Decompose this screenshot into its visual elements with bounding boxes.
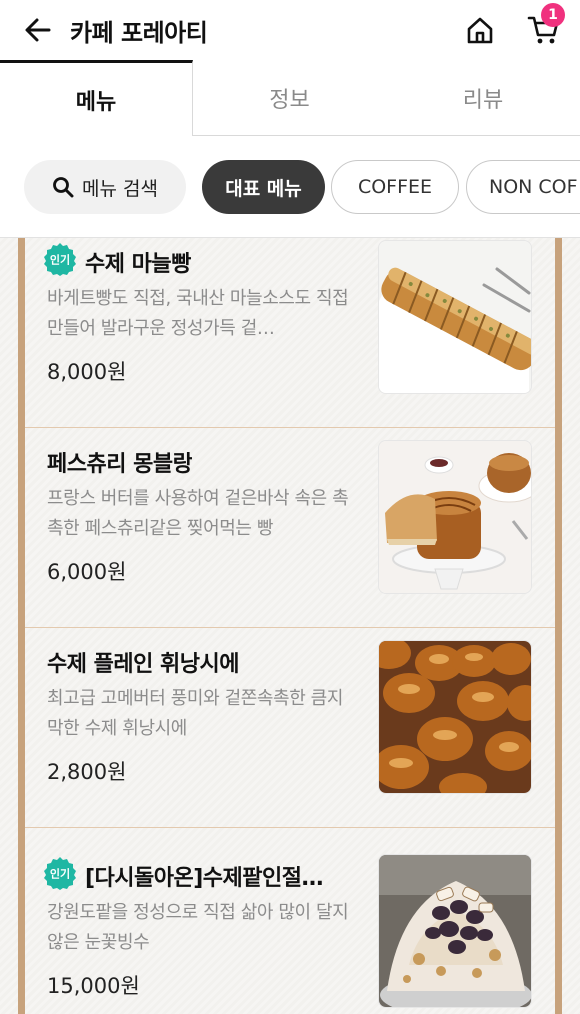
tab-menu[interactable]: 메뉴: [0, 60, 193, 136]
menu-item-name: 수제 마늘빵: [85, 252, 191, 277]
menu-item-price: 8,000원: [47, 360, 127, 384]
tab-reviews[interactable]: 리뷰: [386, 60, 580, 136]
menu-item[interactable]: 수제 플레인 휘낭시에 최고급 고메버터 풍미와 겉쫀속촉한 큼지막한 수제 휘…: [25, 628, 555, 828]
list-frame-left: [18, 238, 25, 1014]
page-title: 카페 포레아티: [70, 19, 208, 47]
menu-item-description: 최고급 고메버터 풍미와 겉쫀속촉한 큼지막한 수제 휘낭시에: [47, 688, 344, 739]
menu-search-label: 메뉴 검색: [82, 177, 158, 200]
menu-item-image: [378, 240, 532, 394]
tab-bar: 메뉴 정보 리뷰: [0, 60, 580, 136]
menu-search-button[interactable]: 메뉴 검색: [24, 160, 186, 214]
arrow-left-icon: [25, 18, 51, 42]
menu-item-price: 6,000원: [47, 560, 127, 584]
cart-count-badge: 1: [541, 3, 565, 27]
menu-item-name: [다시돌아온]수제팥인절…: [85, 866, 324, 891]
app-header: 카페 포레아티 1: [0, 0, 580, 60]
popular-badge: 인기: [44, 857, 76, 890]
menu-item-name: 수제 플레인 휘낭시에: [47, 652, 239, 677]
menu-item-description: 프랑스 버터를 사용하여 겉은바삭 속은 촉촉한 페스츄리같은 찢어먹는 빵: [47, 488, 349, 539]
tab-info[interactable]: 정보: [193, 60, 386, 136]
home-button[interactable]: [460, 10, 500, 50]
chip-signature-menu[interactable]: 대표 메뉴: [202, 160, 325, 214]
popular-badge: 인기: [44, 243, 76, 276]
menu-item-image: [378, 440, 532, 594]
menu-item[interactable]: 페스츄리 몽블랑 프랑스 버터를 사용하여 겉은바삭 속은 촉촉한 페스츄리같은…: [25, 428, 555, 628]
home-icon: [467, 17, 493, 44]
menu-item-description: 강원도팥을 정성으로 직접 삶아 많이 달지 않은 눈꽃빙수: [47, 902, 349, 953]
menu-item-name: 페스츄리 몽블랑: [47, 452, 193, 477]
menu-item-image: [378, 640, 532, 794]
menu-item-image: [378, 854, 532, 1008]
svg-text:인기: 인기: [50, 253, 70, 267]
menu-item[interactable]: 인기 수제 마늘빵 바게트빵도 직접, 국내산 마늘소스도 직접 만들어 발라구…: [25, 238, 555, 428]
category-chips: 메뉴 검색 대표 메뉴 COFFEE NON COF: [0, 136, 580, 238]
chip-non-coffee[interactable]: NON COF: [466, 160, 580, 214]
svg-text:인기: 인기: [50, 867, 70, 881]
menu-list: 인기 수제 마늘빵 바게트빵도 직접, 국내산 마늘소스도 직접 만들어 발라구…: [0, 238, 580, 1014]
chip-coffee[interactable]: COFFEE: [331, 160, 459, 214]
list-frame-right: [555, 238, 562, 1014]
menu-item-description: 바게트빵도 직접, 국내산 마늘소스도 직접 만들어 발라구운 정성가득 겉…: [47, 288, 349, 339]
menu-item-price: 2,800원: [47, 760, 127, 784]
search-icon: [52, 176, 74, 198]
menu-item[interactable]: 인기 [다시돌아온]수제팥인절… 강원도팥을 정성으로 직접 삶아 많이 달지 …: [25, 828, 555, 1014]
back-button[interactable]: [18, 10, 58, 50]
menu-item-price: 15,000원: [47, 974, 140, 998]
